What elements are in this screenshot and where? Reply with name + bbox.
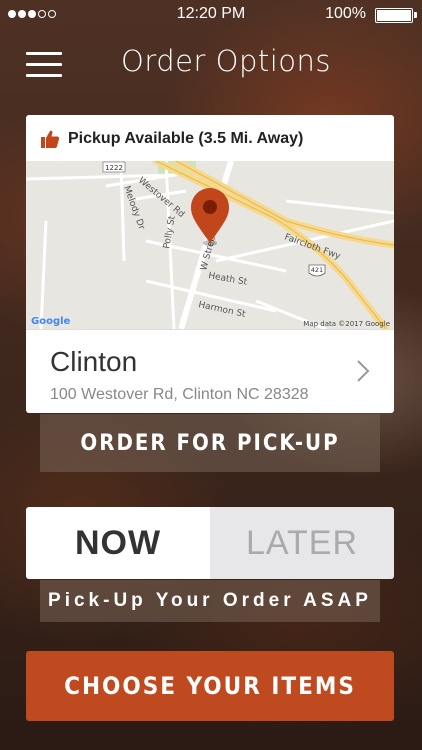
now-option[interactable]: NOW — [26, 507, 210, 579]
page-title: Order Options — [121, 44, 332, 78]
order-for-pickup-button[interactable]: ORDER FOR PICK-UP — [40, 414, 380, 472]
pickup-distance-text: Pickup Available (3.5 Mi. Away) — [68, 130, 304, 147]
route-1222-shield: 1222 — [105, 164, 123, 172]
hamburger-menu-icon[interactable] — [26, 52, 62, 78]
status-bar: 12:20 PM 100% — [0, 0, 422, 28]
later-option[interactable]: LATER — [210, 507, 394, 579]
store-location-row[interactable]: Clinton 100 Westover Rd, Clinton NC 2832… — [26, 329, 394, 413]
order-time-toggle: NOW LATER — [26, 507, 394, 579]
pickup-availability: Pickup Available (3.5 Mi. Away) — [40, 127, 303, 151]
battery-icon — [375, 8, 413, 23]
store-map[interactable]: Melody Dr Westover Rd Polly St W Street … — [26, 161, 394, 329]
asap-message: Pick-Up Your Order ASAP — [40, 580, 380, 622]
battery-percent: 100% — [325, 5, 366, 22]
thumbs-up-icon — [41, 130, 60, 148]
chevron-right-icon — [357, 360, 370, 382]
google-logo: Google — [31, 316, 71, 327]
store-name: Clinton — [50, 346, 138, 377]
location-card: Pickup Available (3.5 Mi. Away) Melody D… — [26, 115, 394, 413]
choose-items-button[interactable]: CHOOSE YOUR ITEMS — [26, 651, 394, 721]
map-attribution: Map data ©2017 Google — [303, 320, 390, 328]
store-address: 100 Westover Rd, Clinton NC 28328 — [50, 386, 309, 403]
route-421-shield: 421 — [311, 266, 323, 274]
